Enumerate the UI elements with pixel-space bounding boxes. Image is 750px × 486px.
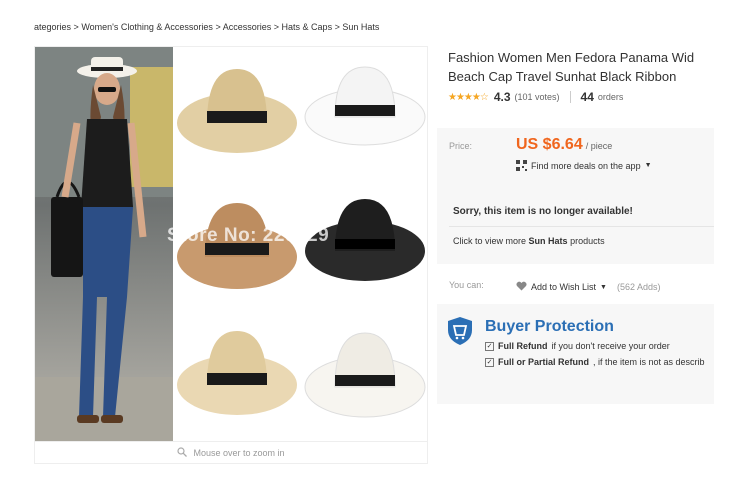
buyer-protection-title: Buyer Protection xyxy=(485,318,614,335)
magnifier-icon xyxy=(177,446,188,459)
checkmark-icon: ✓ xyxy=(485,341,494,351)
chevron-down-icon: ▼ xyxy=(644,162,652,169)
protection-item-bold: Full Refund xyxy=(498,341,548,351)
rating-row: ★★★★☆ 4.3 (101 votes) 44 orders xyxy=(448,90,623,104)
protection-item: ✓ Full or Partial Refund , if the item i… xyxy=(485,357,705,367)
breadcrumb-item[interactable]: Accessories xyxy=(223,22,272,32)
price-unit: / piece xyxy=(585,141,613,151)
wishlist-label: Add to Wish List xyxy=(531,282,597,292)
breadcrumb-item[interactable]: Sun Hats xyxy=(342,22,379,32)
price-value: US $6.64/ piece xyxy=(516,136,612,154)
view-more-row: Click to view more Sun Hats products xyxy=(453,236,605,246)
view-more-suffix: products xyxy=(570,236,605,246)
hat-image-beige[interactable] xyxy=(173,311,301,441)
breadcrumb-item[interactable]: ategories xyxy=(34,22,71,32)
app-deals-text: Find more deals on the app xyxy=(531,160,641,171)
breadcrumb: ategories > Women's Clothing & Accessori… xyxy=(34,22,379,32)
view-more-prefix: Click to view more xyxy=(453,236,527,246)
model-photo xyxy=(35,47,173,441)
price-label: Price: xyxy=(449,141,473,151)
product-title: Fashion Women Men Fedora Panama Wid Beac… xyxy=(448,48,718,86)
orders-label: orders xyxy=(597,92,624,102)
view-more-category-link[interactable]: Sun Hats xyxy=(529,236,568,246)
breadcrumb-separator: > xyxy=(273,22,280,32)
product-title-line: Beach Cap Travel Sunhat Black Ribbon xyxy=(448,69,677,84)
wishlist-count: (562 Adds) xyxy=(616,282,661,292)
hat-image-cream[interactable] xyxy=(301,311,427,441)
divider xyxy=(569,91,571,103)
hat-image-white[interactable] xyxy=(301,47,427,179)
you-can-label: You can: xyxy=(449,280,484,290)
shield-icon xyxy=(447,316,473,346)
star-rating-icon: ★★★★☆ xyxy=(448,91,489,103)
qr-code-icon xyxy=(516,160,527,171)
product-title-line: Fashion Women Men Fedora Panama Wid xyxy=(448,50,695,65)
breadcrumb-separator: > xyxy=(215,22,221,32)
price-amount: US $6.64 xyxy=(516,136,583,153)
protection-item-text: if you don't receive your order xyxy=(551,341,670,351)
buyer-protection-panel: Buyer Protection ✓ Full Refund if you do… xyxy=(437,304,714,404)
store-watermark: Store No: 229629 xyxy=(167,225,330,246)
breadcrumb-separator: > xyxy=(334,22,340,32)
protection-item-bold: Full or Partial Refund xyxy=(498,357,590,367)
heart-icon xyxy=(516,281,527,293)
divider xyxy=(449,226,714,227)
zoom-hint: Mouse over to zoom in xyxy=(34,442,428,464)
product-image-gallery[interactable]: Store No: 229629 xyxy=(34,46,428,442)
model-illustration xyxy=(35,47,173,441)
chevron-down-icon: ▼ xyxy=(600,283,607,291)
orders-count: 44 xyxy=(580,90,594,104)
hat-image-natural[interactable] xyxy=(173,47,301,179)
breadcrumb-item[interactable]: Women's Clothing & Accessories xyxy=(81,22,213,32)
protection-item: ✓ Full Refund if you don't receive your … xyxy=(485,341,670,351)
rating-votes[interactable]: (101 votes) xyxy=(515,92,560,102)
app-deals-link[interactable]: Find more deals on the app ▼ xyxy=(516,160,652,171)
protection-item-text: , if the item is not as describ xyxy=(593,357,705,367)
price-panel: Price: US $6.64/ piece Find more deals o… xyxy=(437,128,714,264)
add-to-wishlist-button[interactable]: Add to Wish List ▼ (562 Adds) xyxy=(516,281,661,293)
checkmark-icon: ✓ xyxy=(485,357,494,367)
breadcrumb-item[interactable]: Hats & Caps xyxy=(282,22,333,32)
rating-score: 4.3 xyxy=(493,90,511,104)
zoom-hint-text: Mouse over to zoom in xyxy=(193,447,285,458)
breadcrumb-separator: > xyxy=(73,22,79,32)
unavailable-notice: Sorry, this item is no longer available! xyxy=(453,206,633,217)
